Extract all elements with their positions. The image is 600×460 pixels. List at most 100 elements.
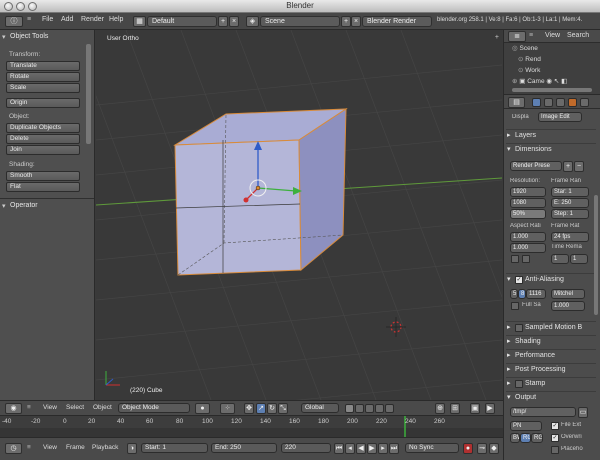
motion-blur-checkbox[interactable] xyxy=(515,324,523,332)
file-format-dropdown[interactable]: PN xyxy=(510,421,542,431)
aa-samples-8[interactable]: 8 xyxy=(518,289,526,299)
outliner-search-menu[interactable]: Search xyxy=(567,32,589,39)
pivot-point-icon[interactable]: ⁘ xyxy=(220,403,235,414)
prev-keyframe-icon[interactable]: ◂ xyxy=(345,443,355,454)
aspect-y-field[interactable]: 1.000 xyxy=(510,243,546,253)
menu-help[interactable]: Help xyxy=(109,16,123,23)
start-frame-field[interactable]: Start: 1 xyxy=(141,443,208,453)
layer-3-button[interactable] xyxy=(365,404,374,413)
timeline-collapse-icon[interactable]: ≡ xyxy=(27,444,31,451)
origin-button[interactable]: Origin xyxy=(6,98,80,108)
screen-layout-icon[interactable]: ▦ xyxy=(133,16,146,27)
full-sample-checkbox[interactable] xyxy=(511,302,519,310)
3d-cursor[interactable] xyxy=(386,317,406,337)
overwrite-checkbox[interactable]: ✓ xyxy=(551,434,559,442)
anti-aliasing-checkbox[interactable]: ✓ xyxy=(515,276,523,284)
tool-shelf-scrollbar[interactable] xyxy=(86,44,91,144)
keying-set-icon[interactable]: ⊸ xyxy=(477,443,487,454)
aspect-x-field[interactable]: 1.000 xyxy=(510,232,546,242)
visibility-eye-icon[interactable]: ◉ ↖ ◧ xyxy=(545,78,567,85)
properties-editor-icon[interactable]: ▤ xyxy=(508,97,525,108)
resolution-percentage-slider[interactable]: 50% xyxy=(510,209,546,219)
manipulator-toggle-icon[interactable]: ✥ xyxy=(244,403,254,414)
timeline-editor-icon[interactable]: ◷ xyxy=(5,443,22,454)
translate-manipulator-icon[interactable]: ↗ xyxy=(256,403,266,414)
fps-dropdown[interactable]: 24 fps xyxy=(551,232,589,242)
end-frame-field[interactable]: End: 250 xyxy=(211,443,277,453)
editor-type-icon[interactable]: ⓘ xyxy=(5,16,23,27)
outliner-collapse-icon[interactable]: ≡ xyxy=(529,32,533,39)
viewport-properties-toggle-icon[interactable]: + xyxy=(495,34,499,41)
layers-panel-header[interactable]: Layers xyxy=(506,129,596,142)
timeline-ruler[interactable]: -40 -20 0 20 40 60 80 100 120 140 160 18… xyxy=(0,415,503,438)
scene-field[interactable]: Scene xyxy=(260,16,340,27)
resolution-y-field[interactable]: 1080 xyxy=(510,198,546,208)
placeholders-checkbox[interactable] xyxy=(551,446,559,454)
viewport-shading-icon[interactable]: ● xyxy=(195,403,210,414)
frame-start-field[interactable]: Star: 1 xyxy=(551,187,589,197)
filter-size-field[interactable]: 1.000 xyxy=(551,301,585,311)
transform-orientation-dropdown[interactable]: Global xyxy=(301,403,339,413)
timeline-menu-view[interactable]: View xyxy=(43,444,57,451)
jump-start-icon[interactable]: ⏮ xyxy=(334,443,344,454)
stamp-panel-header[interactable]: Stamp xyxy=(506,377,596,390)
menu-object[interactable]: Object xyxy=(93,404,112,411)
layer-2-button[interactable] xyxy=(355,404,364,413)
add-scene-button[interactable]: + xyxy=(341,16,351,27)
render-opengl-icon[interactable]: ▣ xyxy=(470,403,480,414)
layer-5-button[interactable] xyxy=(385,404,394,413)
resolution-x-field[interactable]: 1920 xyxy=(510,187,546,197)
add-preset-button[interactable]: + xyxy=(563,161,573,172)
performance-panel-header[interactable]: Performance xyxy=(506,349,596,362)
jump-end-icon[interactable]: ⏭ xyxy=(389,443,399,454)
display-dropdown[interactable]: Image Edit xyxy=(538,112,582,122)
layer-1-button[interactable] xyxy=(345,404,354,413)
output-path-field[interactable]: /tmp/ xyxy=(510,407,576,417)
translate-button[interactable]: Translate xyxy=(6,61,80,71)
crop-checkbox[interactable] xyxy=(522,255,530,263)
delete-screen-button[interactable]: × xyxy=(229,16,239,27)
delete-button[interactable]: Delete xyxy=(6,134,80,144)
aa-samples-5[interactable]: 5 xyxy=(510,289,518,299)
object-tools-header[interactable]: Object Tools xyxy=(2,33,90,44)
color-mode-rgba[interactable]: RG xyxy=(531,433,543,443)
outliner-item-world[interactable]: ⊙ Work xyxy=(518,66,600,77)
color-mode-rgb[interactable]: RG xyxy=(520,433,531,443)
header-collapse-icon[interactable]: ≡ xyxy=(27,404,31,411)
outliner-view-menu[interactable]: View xyxy=(545,32,560,39)
menu-render[interactable]: Render xyxy=(81,16,104,23)
3d-view-editor-icon[interactable]: ◉ xyxy=(5,403,22,414)
menu-add[interactable]: Add xyxy=(61,16,73,23)
output-panel-header[interactable]: Output xyxy=(506,391,596,404)
scene-tab-icon[interactable] xyxy=(544,98,553,107)
menu-view[interactable]: View xyxy=(43,404,57,411)
sync-mode-dropdown[interactable]: No Sync xyxy=(405,443,459,453)
flat-button[interactable]: Flat xyxy=(6,182,80,192)
outliner-item-render[interactable]: ⊙ Rend xyxy=(518,55,600,66)
outliner-item-camera[interactable]: ⊕ ▣ Came ◉ ↖ ◧ xyxy=(512,77,600,88)
stamp-checkbox[interactable] xyxy=(515,380,523,388)
properties-scrollbar[interactable] xyxy=(594,195,598,315)
rotate-manipulator-icon[interactable]: ↻ xyxy=(267,403,277,414)
insert-keyframe-icon[interactable]: ◆ xyxy=(489,443,499,454)
smooth-button[interactable]: Smooth xyxy=(6,171,80,181)
screen-layout-field[interactable]: Default xyxy=(147,16,217,27)
outliner[interactable]: ≣ ≡ View Search ◎ Scene ⊙ Rend ⊙ Work ⊕ … xyxy=(504,30,600,95)
scale-button[interactable]: Scale xyxy=(6,83,80,93)
anti-aliasing-panel-header[interactable]: ✓Anti-Aliasing xyxy=(506,273,596,286)
timeline-menu-playback[interactable]: Playback xyxy=(92,444,118,451)
browse-folder-icon[interactable]: ▭ xyxy=(578,407,588,418)
delete-scene-button[interactable]: × xyxy=(351,16,361,27)
menu-file[interactable]: File xyxy=(42,16,53,23)
menu-collapse-icon[interactable]: ≡ xyxy=(27,16,31,23)
aa-filter-dropdown[interactable]: Mitchel xyxy=(551,289,585,299)
add-screen-button[interactable]: + xyxy=(218,16,228,27)
render-animation-icon[interactable]: ▶ xyxy=(485,403,495,414)
play-reverse-icon[interactable]: ◀ xyxy=(356,443,366,454)
world-tab-icon[interactable] xyxy=(556,98,565,107)
time-remap-new-field[interactable]: 1 xyxy=(570,254,588,264)
3d-viewport[interactable]: User Ortho + (220) Cube xyxy=(96,30,502,400)
operator-header[interactable]: Operator xyxy=(2,202,90,213)
dimensions-panel-header[interactable]: Dimensions xyxy=(506,143,596,156)
render-engine-dropdown[interactable]: Blender Render xyxy=(362,16,432,27)
